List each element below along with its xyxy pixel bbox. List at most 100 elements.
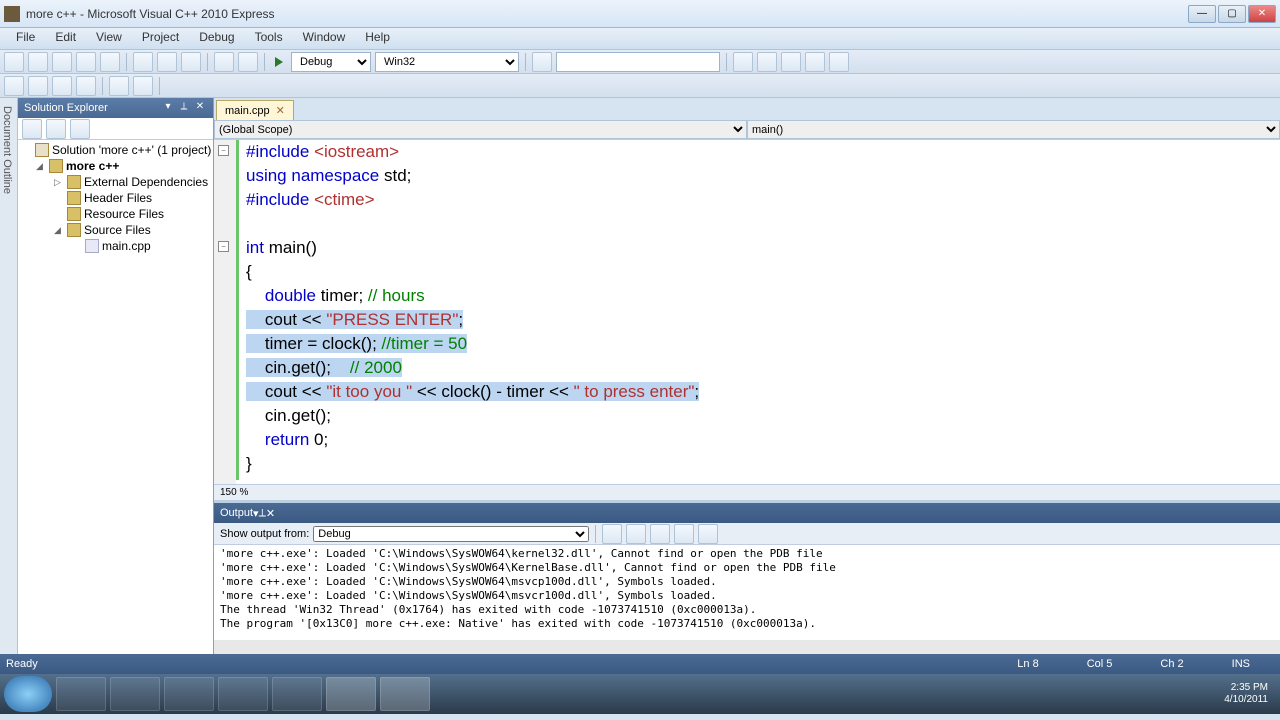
tb-extra-1[interactable] (733, 52, 753, 72)
find-button[interactable] (532, 52, 552, 72)
tb-extra-3[interactable] (781, 52, 801, 72)
tree-source-files[interactable]: ◢Source Files (18, 222, 213, 238)
comment-button[interactable] (109, 76, 129, 96)
pin-icon[interactable]: ⟂ (177, 101, 191, 115)
toolbar-separator (126, 53, 127, 71)
text-tb-1[interactable] (4, 76, 24, 96)
document-outline-tab[interactable]: Document Outline (0, 98, 17, 202)
window-title: more c++ - Microsoft Visual C++ 2010 Exp… (26, 7, 1188, 21)
maximize-button[interactable]: ▢ (1218, 5, 1246, 23)
status-line: Ln 8 (1017, 658, 1038, 670)
taskbar-vs[interactable] (380, 677, 430, 711)
code-editor[interactable]: − − #include <iostream> using namespace … (214, 140, 1280, 484)
toolbar-separator (102, 77, 103, 95)
zoom-level[interactable]: 150 % (220, 487, 248, 498)
status-ins: INS (1232, 658, 1250, 670)
clear-output-button[interactable] (674, 524, 694, 544)
platform-dropdown[interactable]: Win32 (375, 52, 519, 72)
taskbar-ie[interactable] (272, 677, 322, 711)
save-all-button[interactable] (100, 52, 120, 72)
menu-tools[interactable]: Tools (245, 28, 293, 49)
editor-panel: main.cpp ✕ (Global Scope) main() − − #in… (214, 98, 1280, 654)
start-button[interactable] (4, 676, 52, 712)
cut-button[interactable] (133, 52, 153, 72)
word-wrap-button[interactable] (698, 524, 718, 544)
system-tray[interactable]: 2:35 PM 4/10/2011 (1216, 682, 1276, 706)
taskbar-app-1[interactable] (56, 677, 106, 711)
tray-date: 4/10/2011 (1224, 694, 1268, 706)
output-from-dropdown[interactable]: Debug (313, 526, 589, 542)
output-text[interactable]: 'more c++.exe': Loaded 'C:\Windows\SysWO… (214, 545, 1280, 640)
redo-button[interactable] (238, 52, 258, 72)
properties-button[interactable] (22, 119, 42, 139)
tree-resource-files[interactable]: Resource Files (18, 206, 213, 222)
menu-window[interactable]: Window (293, 28, 356, 49)
scope-dropdown-right[interactable]: main() (747, 120, 1280, 139)
dropdown-icon[interactable]: ▾ (161, 101, 175, 115)
out-tb-3[interactable] (650, 524, 670, 544)
out-tb-2[interactable] (626, 524, 646, 544)
toolbar-separator (264, 53, 265, 71)
toolbar-main: Debug Win32 (0, 50, 1280, 74)
close-button[interactable]: ✕ (1248, 5, 1276, 23)
config-dropdown[interactable]: Debug (291, 52, 371, 72)
taskbar-explorer[interactable] (164, 677, 214, 711)
menu-help[interactable]: Help (355, 28, 400, 49)
tb-extra-5[interactable] (829, 52, 849, 72)
menu-view[interactable]: View (86, 28, 132, 49)
show-all-button[interactable] (46, 119, 66, 139)
new-project-button[interactable] (4, 52, 24, 72)
text-tb-3[interactable] (52, 76, 72, 96)
tree-project[interactable]: ◢more c++ (18, 158, 213, 174)
out-tb-1[interactable] (602, 524, 622, 544)
close-panel-icon[interactable]: ✕ (193, 101, 207, 115)
taskbar-app-4[interactable] (218, 677, 268, 711)
save-button[interactable] (76, 52, 96, 72)
find-input[interactable] (556, 52, 720, 72)
folder-icon (67, 191, 81, 205)
solution-explorer-title: Solution Explorer (24, 102, 108, 114)
close-tab-icon[interactable]: ✕ (276, 104, 285, 117)
status-col: Col 5 (1087, 658, 1113, 670)
open-button[interactable] (52, 52, 72, 72)
toolbar-separator (525, 53, 526, 71)
start-debug-button[interactable] (275, 57, 283, 67)
output-toolbar: Show output from: Debug (214, 523, 1280, 545)
add-item-button[interactable] (28, 52, 48, 72)
minimize-button[interactable]: — (1188, 5, 1216, 23)
refresh-button[interactable] (70, 119, 90, 139)
status-ready: Ready (6, 658, 38, 670)
toolbar-separator (159, 77, 160, 95)
menu-file[interactable]: File (6, 28, 45, 49)
menu-project[interactable]: Project (132, 28, 189, 49)
paste-button[interactable] (181, 52, 201, 72)
uncomment-button[interactable] (133, 76, 153, 96)
output-from-label: Show output from: (220, 528, 309, 540)
tray-time: 2:35 PM (1224, 682, 1268, 694)
taskbar-app-6[interactable] (326, 677, 376, 711)
cpp-file-icon (85, 239, 99, 253)
folder-icon (67, 223, 81, 237)
close-panel-icon[interactable]: ✕ (266, 507, 275, 520)
project-icon (49, 159, 63, 173)
taskbar-app-2[interactable] (110, 677, 160, 711)
scope-dropdown-left[interactable]: (Global Scope) (214, 120, 747, 139)
pin-icon[interactable]: ⟂ (259, 507, 266, 520)
undo-button[interactable] (214, 52, 234, 72)
tree-header-files[interactable]: Header Files (18, 190, 213, 206)
text-tb-2[interactable] (28, 76, 48, 96)
tb-extra-4[interactable] (805, 52, 825, 72)
tree-solution[interactable]: Solution 'more c++' (1 project) (18, 142, 213, 158)
solution-tree[interactable]: Solution 'more c++' (1 project) ◢more c+… (18, 140, 213, 654)
menu-edit[interactable]: Edit (45, 28, 86, 49)
text-tb-4[interactable] (76, 76, 96, 96)
copy-button[interactable] (157, 52, 177, 72)
tree-main-cpp[interactable]: main.cpp (18, 238, 213, 254)
file-tab-main-cpp[interactable]: main.cpp ✕ (216, 100, 294, 120)
output-scrollbar[interactable] (214, 640, 1280, 654)
solution-explorer-header: Solution Explorer ▾ ⟂ ✕ (18, 98, 213, 118)
tb-extra-2[interactable] (757, 52, 777, 72)
editor-tab-strip: main.cpp ✕ (214, 98, 1280, 120)
tree-external-deps[interactable]: ▷External Dependencies (18, 174, 213, 190)
menu-debug[interactable]: Debug (189, 28, 244, 49)
